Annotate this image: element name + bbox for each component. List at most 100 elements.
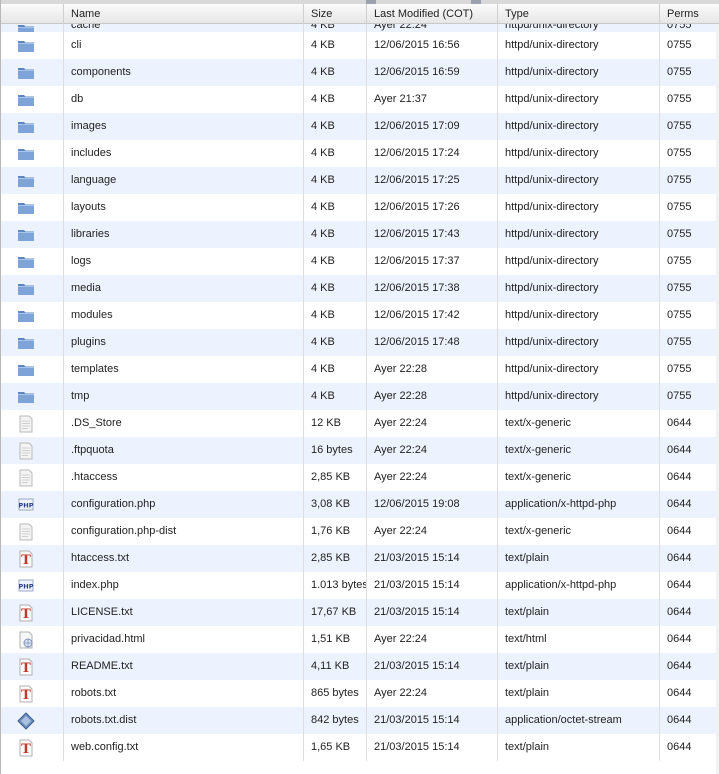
file-perms[interactable]: 0755 [660,167,719,194]
file-name[interactable]: tmp [64,383,304,410]
file-name[interactable]: media [64,275,304,302]
file-name[interactable]: modules [64,302,304,329]
table-row[interactable]: cli 4 KB 12/06/2015 16:56 httpd/unix-direct… [1,32,719,59]
file-perms[interactable]: 0755 [660,302,719,329]
file-perms[interactable]: 0644 [660,518,719,545]
file-name[interactable]: README.txt [64,653,304,680]
table-row[interactable]: robots.txt.dist 842 bytes 21/03/2015 15:14… [1,707,719,734]
table-row[interactable]: .ftpquota 16 bytes Ayer 22:24 text/x-generi… [1,437,719,464]
table-row[interactable]: privacidad.html 1,51 KB Ayer 22:24 text/htm… [1,626,719,653]
file-perms[interactable]: 0644 [660,410,719,437]
table-row[interactable]: layouts 4 KB 12/06/2015 17:26 httpd/unix-di… [1,194,719,221]
file-type: httpd/unix-directory [498,140,660,167]
folder-icon [17,334,35,352]
file-perms[interactable]: 0755 [660,356,719,383]
table-row[interactable]: modules 4 KB 12/06/2015 17:42 httpd/unix-di… [1,302,719,329]
file-name[interactable]: plugins [64,329,304,356]
file-perms[interactable]: 0644 [660,437,719,464]
table-row[interactable]: plugins 4 KB 12/06/2015 17:48 httpd/unix-di… [1,329,719,356]
column-header-size[interactable]: Size [304,4,367,24]
file-name[interactable]: web.config.txt [64,734,304,761]
file-perms[interactable]: 0644 [660,491,719,518]
file-perms[interactable]: 0644 [660,734,719,761]
file-name[interactable]: robots.txt [64,680,304,707]
file-name[interactable]: .htaccess [64,464,304,491]
file-perms[interactable]: 0755 [660,59,719,86]
column-header-perms[interactable]: Perms [660,4,719,24]
table-row[interactable]: includes 4 KB 12/06/2015 17:24 httpd/unix-d… [1,140,719,167]
file-name[interactable]: .ftpquota [64,437,304,464]
file-name[interactable]: images [64,113,304,140]
file-type: text/plain [498,680,660,707]
file-name[interactable]: privacidad.html [64,626,304,653]
file-name[interactable]: index.php [64,572,304,599]
file-name[interactable]: language [64,167,304,194]
file-name[interactable]: libraries [64,221,304,248]
file-perms[interactable]: 0644 [660,653,719,680]
file-perms[interactable]: 0644 [660,707,719,734]
file-name[interactable]: .DS_Store [64,410,304,437]
file-name[interactable]: cli [64,32,304,59]
file-name[interactable]: components [64,59,304,86]
file-perms[interactable]: 0644 [660,680,719,707]
file-modified: Ayer 21:37 [367,86,498,113]
file-perms[interactable]: 0644 [660,626,719,653]
file-name[interactable]: templates [64,356,304,383]
table-row[interactable]: Tweb.config.txt 1,65 KB 21/03/2015 15:14 te… [1,734,719,761]
table-row[interactable]: .htaccess 2,85 KB Ayer 22:24 text/x-generic… [1,464,719,491]
column-header-type[interactable]: Type [498,4,660,24]
file-perms[interactable]: 0755 [660,248,719,275]
table-row[interactable]: PHP configuration.php 3,08 KB 12/06/2015 19… [1,491,719,518]
file-perms[interactable]: 0644 [660,464,719,491]
file-size: 12 KB [304,410,367,437]
file-name[interactable]: layouts [64,194,304,221]
file-name[interactable]: db [64,86,304,113]
table-row[interactable]: media 4 KB 12/06/2015 17:38 httpd/unix-dire… [1,275,719,302]
table-row[interactable]: db 4 KB Ayer 21:37 httpd/unix-directory 0755 [1,86,719,113]
table-row[interactable]: configuration.php-dist 1,76 KB Ayer 22:24 t… [1,518,719,545]
table-row[interactable]: T LICENSE.txt 17,67 KB 21/03/2015 15:14 text… [1,599,719,626]
table-row[interactable]: components 4 KB 12/06/2015 16:59 httpd/unix… [1,59,719,86]
file-perms[interactable]: 0755 [660,275,719,302]
file-size: 16 bytes [304,437,367,464]
file-size: 4 KB [304,59,367,86]
file-name[interactable]: configuration.php-dist [64,518,304,545]
generic-file-icon [17,469,35,487]
file-name[interactable]: configuration.php [64,491,304,518]
file-perms[interactable]: 0644 [660,572,719,599]
table-row[interactable]: language 4 KB 12/06/2015 17:25 httpd/unix-d… [1,167,719,194]
file-name[interactable]: LICENSE.txt [64,599,304,626]
column-header-name[interactable]: Name [64,4,304,24]
icon-cell [1,275,64,302]
file-perms[interactable]: 0755 [660,329,719,356]
file-perms[interactable]: 0644 [660,545,719,572]
table-row[interactable]: templates 4 KB Ayer 22:28 httpd/unix-direct… [1,356,719,383]
file-name[interactable]: logs [64,248,304,275]
table-row[interactable]: T README.txt 4,11 KB 21/03/2015 15:14 text/p… [1,653,719,680]
file-size: 4 KB [304,167,367,194]
column-header-modified[interactable]: Last Modified (COT) [367,4,498,24]
table-row[interactable]: .DS_Store 12 KB Ayer 22:24 text/x-generic 06… [1,410,719,437]
file-perms[interactable]: 0755 [660,86,719,113]
file-type: httpd/unix-directory [498,59,660,86]
file-perms[interactable]: 0644 [660,599,719,626]
folder-icon [17,172,35,190]
file-perms[interactable]: 0755 [660,383,719,410]
icon-cell [1,410,64,437]
file-name[interactable]: robots.txt.dist [64,707,304,734]
file-perms[interactable]: 0755 [660,32,719,59]
file-name[interactable]: includes [64,140,304,167]
table-row[interactable]: logs 4 KB 12/06/2015 17:37 httpd/unix-direc… [1,248,719,275]
table-row[interactable]: tmp 4 KB Ayer 22:28 httpd/unix-directory 075… [1,383,719,410]
file-perms[interactable]: 0755 [660,140,719,167]
table-row[interactable]: libraries 4 KB 12/06/2015 17:43 httpd/unix-… [1,221,719,248]
file-perms[interactable]: 0755 [660,113,719,140]
file-perms[interactable]: 0755 [660,221,719,248]
table-row[interactable]: images 4 KB 12/06/2015 17:09 httpd/unix-dir… [1,113,719,140]
file-perms[interactable]: 0755 [660,194,719,221]
table-row[interactable]: PHP index.php 1.013 bytes 21/03/2015 15:14 a… [1,572,719,599]
icon-cell [1,59,64,86]
table-row[interactable]: Trobots.txt 865 bytes Ayer 22:24 text/plain… [1,680,719,707]
table-row[interactable]: Thtaccess.txt 2,85 KB 21/03/2015 15:14 text… [1,545,719,572]
file-name[interactable]: htaccess.txt [64,545,304,572]
